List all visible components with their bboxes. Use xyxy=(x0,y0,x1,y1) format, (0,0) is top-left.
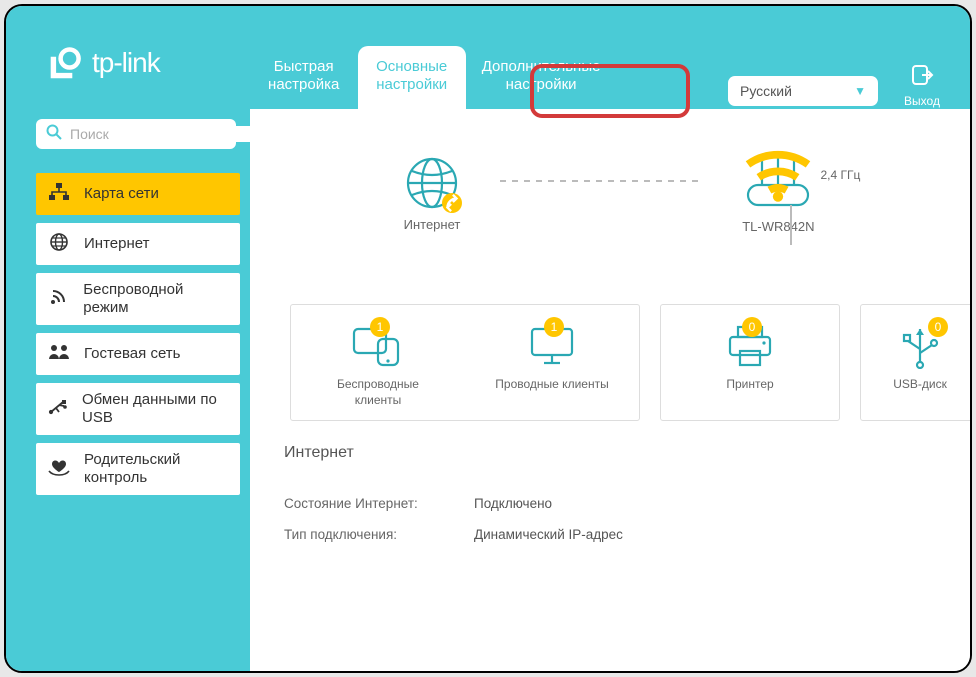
sidebar-item-label: Гостевая сеть xyxy=(84,345,180,363)
card-caption: Принтер xyxy=(675,377,825,393)
usb-disk-item[interactable]: 0 USB-диск xyxy=(875,323,965,393)
internet-globe-icon xyxy=(404,155,460,211)
internet-node[interactable]: Интернет xyxy=(404,155,461,232)
logout-icon xyxy=(898,64,946,92)
status-row: Тип подключения: Динамический IP-адрес xyxy=(284,519,936,550)
sidebar-item-guest-network[interactable]: Гостевая сеть xyxy=(36,333,240,375)
chevron-down-icon: ▼ xyxy=(854,84,866,98)
usb-disk-card: 0 USB-диск xyxy=(860,304,970,421)
count-badge: 0 xyxy=(928,317,948,337)
printer-icon: 0 xyxy=(722,323,778,369)
count-badge: 1 xyxy=(370,317,390,337)
sidebar-item-label: Интернет xyxy=(84,235,149,253)
sidebar-item-usb-sharing[interactable]: Обмен данными по USB xyxy=(36,383,240,435)
main-tabs: Быстрая настройка Основные настройки Доп… xyxy=(250,6,617,109)
sidebar-item-parental-control[interactable]: Родительский контроль xyxy=(36,443,240,495)
body: Карта сети Интернет Беспроводной режим Г… xyxy=(6,109,970,671)
status-label: Состояние Интернет: xyxy=(284,496,474,511)
search-input[interactable] xyxy=(70,126,251,142)
search-icon xyxy=(46,124,62,145)
guests-icon xyxy=(48,344,70,365)
card-caption: USB-диск xyxy=(875,377,965,393)
link-line xyxy=(500,180,700,182)
clients-card: 1 Беспроводные клиенты 1 Проводные клиен… xyxy=(290,304,640,421)
tp-link-logo-icon xyxy=(48,45,84,81)
sitemap-icon xyxy=(48,183,70,206)
wifi-band-label: 2,4 ГГц xyxy=(740,143,860,206)
router-admin-window: tp-link Быстрая настройка Основные настр… xyxy=(4,4,972,673)
usb-icon xyxy=(48,398,68,421)
client-cards-row: 1 Беспроводные клиенты 1 Проводные клиен… xyxy=(270,304,950,421)
card-caption: Беспроводные клиенты xyxy=(303,377,453,408)
usb-trident-icon: 0 xyxy=(892,323,948,369)
search-box[interactable] xyxy=(36,119,236,149)
printer-card: 0 Принтер xyxy=(660,304,840,421)
brand-logo: tp-link xyxy=(6,45,160,109)
internet-status-section: Интернет Состояние Интернет: Подключено … xyxy=(250,415,970,560)
router-icon: 2,4 ГГц xyxy=(740,153,816,213)
topology-row: Интернет xyxy=(270,153,950,234)
internet-status-badge xyxy=(442,193,462,213)
language-select[interactable]: Русский ▼ xyxy=(728,76,878,106)
wired-clients-item[interactable]: 1 Проводные клиенты xyxy=(477,323,627,393)
sidebar-item-network-map[interactable]: Карта сети xyxy=(36,173,240,215)
brand-name: tp-link xyxy=(92,47,160,79)
status-value: Динамический IP-адрес xyxy=(474,527,623,542)
monitor-icon: 1 xyxy=(524,323,580,369)
wireless-clients-item[interactable]: 1 Беспроводные клиенты xyxy=(303,323,453,408)
sidebar-item-internet[interactable]: Интернет xyxy=(36,223,240,265)
card-caption: Проводные клиенты xyxy=(477,377,627,393)
sidebar-item-label: Карта сети xyxy=(84,185,159,203)
printer-item[interactable]: 0 Принтер xyxy=(675,323,825,393)
heart-hands-icon xyxy=(48,458,70,481)
logout-label: Выход xyxy=(904,94,940,108)
sidebar-item-label: Обмен данными по USB xyxy=(82,391,228,427)
tab-basic-settings[interactable]: Основные настройки xyxy=(358,46,466,110)
count-badge: 1 xyxy=(544,317,564,337)
status-value: Подключено xyxy=(474,496,552,511)
logout-button[interactable]: Выход xyxy=(898,64,946,108)
status-row: Состояние Интернет: Подключено xyxy=(284,488,936,519)
section-title: Интернет xyxy=(284,444,936,462)
wifi-icon xyxy=(48,288,69,311)
main-content: Интернет xyxy=(250,109,970,671)
network-map-area: Интернет xyxy=(250,109,970,389)
sidebar: Карта сети Интернет Беспроводной режим Г… xyxy=(6,109,250,671)
topology-downlink-line xyxy=(790,205,792,245)
header-bar: tp-link Быстрая настройка Основные настр… xyxy=(6,6,970,109)
router-model-label: TL-WR842N xyxy=(740,219,816,234)
sidebar-item-label: Беспроводной режим xyxy=(83,281,228,317)
router-node[interactable]: 2,4 ГГц TL-WR842N xyxy=(740,153,816,234)
status-label: Тип подключения: xyxy=(284,527,474,542)
globe-icon xyxy=(48,232,70,257)
sidebar-item-label: Родительский контроль xyxy=(84,451,228,487)
tab-quick-setup[interactable]: Быстрая настройка xyxy=(250,46,358,110)
devices-icon: 1 xyxy=(350,323,406,369)
tab-advanced-settings[interactable]: Дополнительные настройки xyxy=(466,46,617,110)
wifi-signal-icon xyxy=(740,143,816,206)
count-badge: 0 xyxy=(742,317,762,337)
sidebar-item-wireless[interactable]: Беспроводной режим xyxy=(36,273,240,325)
language-value: Русский xyxy=(740,83,792,99)
